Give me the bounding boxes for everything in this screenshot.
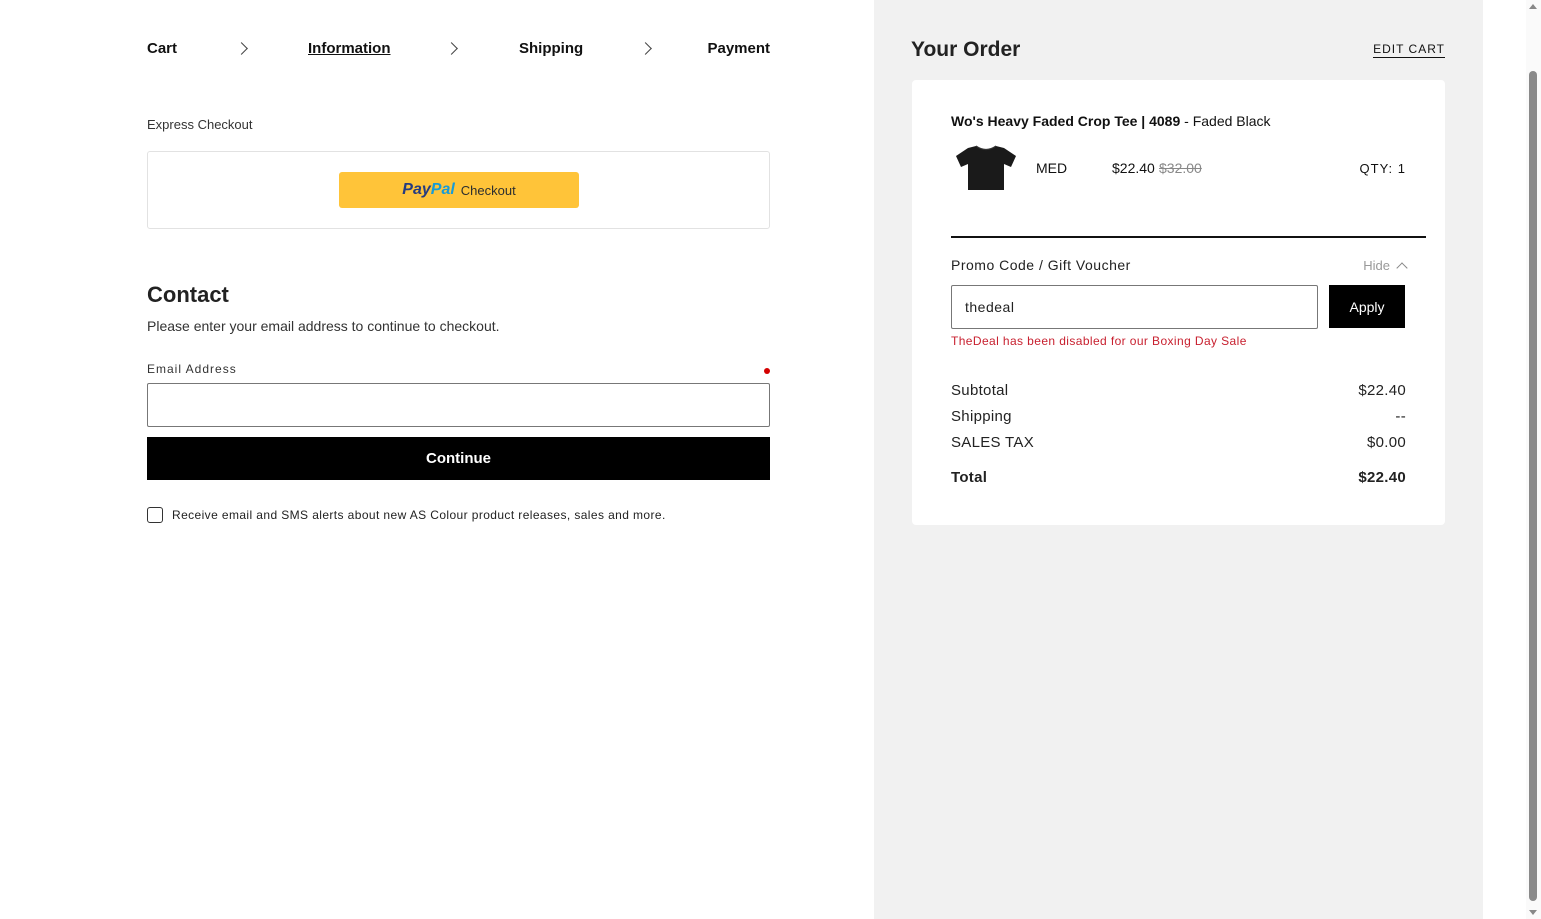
order-sidebar: Your Order EDIT CART Wo's Heavy Faded Cr… bbox=[874, 0, 1483, 919]
promo-hide-toggle[interactable]: Hide bbox=[1363, 258, 1408, 274]
express-checkout-box: PayPal Checkout bbox=[147, 151, 770, 229]
checkout-main: Cart Information Shipping Payment Expres… bbox=[0, 0, 874, 919]
marketing-optin: Receive email and SMS alerts about new A… bbox=[147, 507, 666, 523]
summary-total: Total $22.40 bbox=[951, 469, 1406, 486]
optin-label: Receive email and SMS alerts about new A… bbox=[172, 508, 666, 522]
scrollbar-thumb[interactable] bbox=[1529, 71, 1537, 901]
scroll-down-arrow-icon[interactable] bbox=[1529, 910, 1537, 915]
email-field[interactable] bbox=[147, 383, 770, 427]
breadcrumb-information[interactable]: Information bbox=[308, 40, 391, 57]
paypal-checkout-button[interactable]: PayPal Checkout bbox=[339, 172, 579, 208]
paypal-checkout-label: Checkout bbox=[460, 182, 516, 198]
item-name: Wo's Heavy Faded Crop Tee | 4089 - Faded… bbox=[951, 113, 1271, 129]
divider bbox=[951, 236, 1426, 238]
promo-code-input[interactable] bbox=[951, 285, 1318, 329]
apply-button[interactable]: Apply bbox=[1329, 285, 1405, 328]
chevron-right-icon bbox=[639, 42, 652, 55]
chevron-up-icon bbox=[1396, 262, 1408, 274]
tshirt-icon bbox=[956, 145, 1016, 190]
order-title: Your Order bbox=[911, 38, 1021, 61]
optin-checkbox[interactable] bbox=[147, 507, 163, 523]
item-size: MED bbox=[1036, 160, 1068, 176]
continue-button[interactable]: Continue bbox=[147, 437, 770, 480]
email-label: Email Address bbox=[147, 362, 237, 376]
chevron-right-icon bbox=[445, 42, 458, 55]
summary-tax: SALES TAX $0.00 bbox=[951, 434, 1406, 451]
promo-label: Promo Code / Gift Voucher bbox=[951, 257, 1131, 273]
promo-hide-label: Hide bbox=[1363, 258, 1390, 273]
breadcrumb-cart[interactable]: Cart bbox=[147, 40, 177, 57]
paypal-logo: PayPal bbox=[402, 181, 455, 198]
breadcrumb: Cart Information Shipping Payment bbox=[147, 40, 770, 60]
contact-heading: Contact bbox=[147, 282, 229, 307]
express-checkout-label: Express Checkout bbox=[147, 117, 253, 132]
contact-subtitle: Please enter your email address to conti… bbox=[147, 318, 500, 334]
item-qty: QTY: 1 bbox=[1359, 161, 1406, 176]
scroll-up-arrow-icon[interactable] bbox=[1529, 4, 1537, 9]
promo-error-message: TheDeal has been disabled for our Boxing… bbox=[951, 334, 1247, 348]
edit-cart-link[interactable]: EDIT CART bbox=[1373, 42, 1445, 58]
summary-shipping: Shipping -- bbox=[951, 408, 1406, 425]
order-card: Wo's Heavy Faded Crop Tee | 4089 - Faded… bbox=[912, 80, 1445, 525]
chevron-right-icon bbox=[235, 42, 248, 55]
breadcrumb-shipping: Shipping bbox=[519, 40, 584, 57]
item-price: $22.40 bbox=[1112, 160, 1155, 176]
breadcrumb-payment: Payment bbox=[707, 40, 770, 57]
item-original-price: $32.00 bbox=[1159, 160, 1202, 176]
required-indicator bbox=[764, 368, 770, 374]
page-scrollbar[interactable] bbox=[1526, 0, 1541, 919]
summary-subtotal: Subtotal $22.40 bbox=[951, 382, 1406, 399]
